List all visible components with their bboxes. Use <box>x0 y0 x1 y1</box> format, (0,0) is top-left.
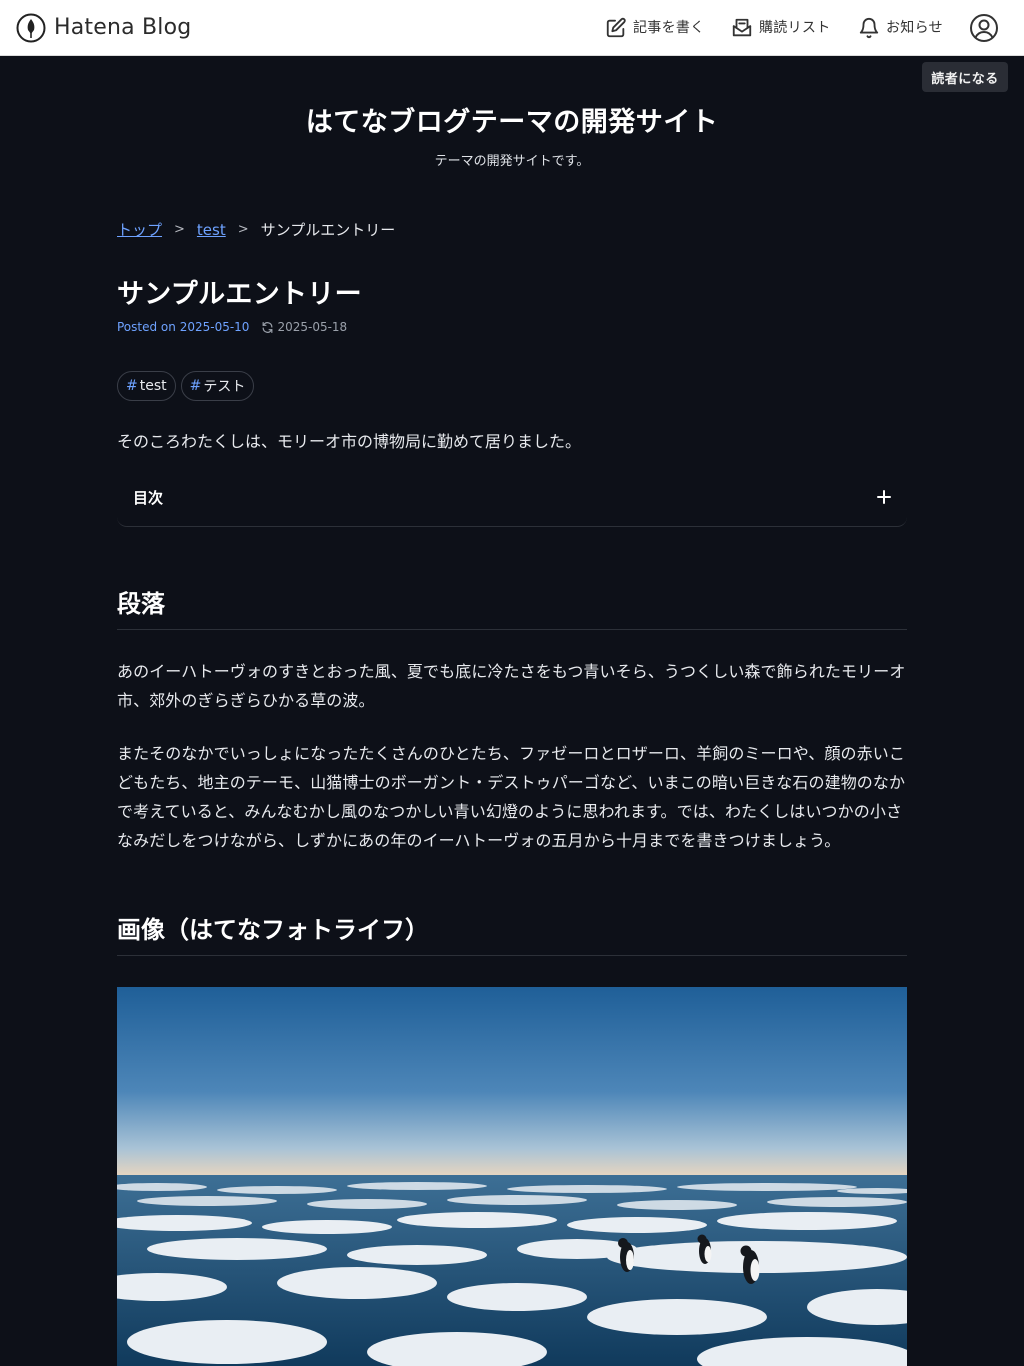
paragraph: またそのなかでいっしょになったたくさんのひとたち、ファゼーロとロザーロ、羊飼のミ… <box>117 744 906 850</box>
tag-test-ja[interactable]: # テスト <box>180 371 255 401</box>
user-avatar-icon <box>970 14 998 42</box>
user-menu-button[interactable] <box>969 13 999 43</box>
entry-meta: Posted on 2025-05-10 2025-05-18 <box>117 320 347 334</box>
breadcrumb-test-link[interactable]: test <box>197 221 226 239</box>
refresh-icon <box>263 321 273 333</box>
tag-test[interactable]: # test <box>117 371 176 401</box>
write-post-link[interactable]: 記事を書く <box>605 15 705 41</box>
reading-list-icon <box>732 18 752 37</box>
paragraph: あのイーハトーヴォのすきとおった風、夏でも底に冷たさをもつ青いそら、うつくしい森… <box>117 662 906 710</box>
updated-date: 2025-05-18 <box>261 320 347 334</box>
hatena-pen-logo-icon <box>16 13 46 43</box>
entry-lead: そのころわたくしは、モリーオ市の博物局に勤めて居りました。 <box>117 432 582 451</box>
photo-illustration <box>117 987 907 1366</box>
hash-icon: # <box>189 378 202 394</box>
breadcrumb-current: サンプルエントリー <box>260 221 396 239</box>
expand-plus-icon[interactable] <box>875 488 893 506</box>
entry-title[interactable]: サンプルエントリー <box>117 272 362 311</box>
global-header: Hatena Blog 記事を書く 購読リスト お知らせ <box>0 0 1024 56</box>
write-post-label: 記事を書く <box>633 20 705 36</box>
updated-date-value: 2025-05-18 <box>277 320 348 334</box>
entry-tags: # test # テスト <box>117 371 255 401</box>
breadcrumb: トップ > test > サンプルエントリー <box>117 219 395 240</box>
blog-title[interactable]: はてなブログテーマの開発サイト <box>0 100 1024 139</box>
tag-label: test <box>139 378 167 394</box>
tag-label: テスト <box>203 379 246 395</box>
section-heading-paragraph: 段落 <box>117 584 907 630</box>
breadcrumb-separator: > <box>237 222 249 237</box>
breadcrumb-top-link[interactable]: トップ <box>117 219 162 240</box>
breadcrumb-separator: > <box>174 222 185 237</box>
notifications-label: お知らせ <box>886 20 943 36</box>
posted-date-value: 2025-05-10 <box>179 320 250 334</box>
toc-label: 目次 <box>133 489 164 507</box>
section-heading-image: 画像（はてなフォトライフ） <box>117 910 907 956</box>
subscribe-button[interactable]: 読者になる <box>922 62 1008 92</box>
posted-date[interactable]: Posted on 2025-05-10 <box>117 320 249 334</box>
brand-name: Hatena Blog <box>54 15 192 40</box>
hash-icon: # <box>126 378 138 394</box>
edit-icon <box>606 17 626 38</box>
hatena-blog-logo-link[interactable]: Hatena Blog <box>16 13 191 43</box>
reading-list-link[interactable]: 購読リスト <box>731 15 831 41</box>
penguins-on-ice-photo <box>117 987 907 1366</box>
blog-description: テーマの開発サイトです。 <box>434 154 590 169</box>
notifications-link[interactable]: お知らせ <box>858 15 943 41</box>
bell-icon <box>859 18 879 39</box>
posted-label: Posted on <box>117 320 176 334</box>
table-of-contents[interactable]: 目次 <box>117 470 907 527</box>
reading-list-label: 購読リスト <box>759 20 831 36</box>
